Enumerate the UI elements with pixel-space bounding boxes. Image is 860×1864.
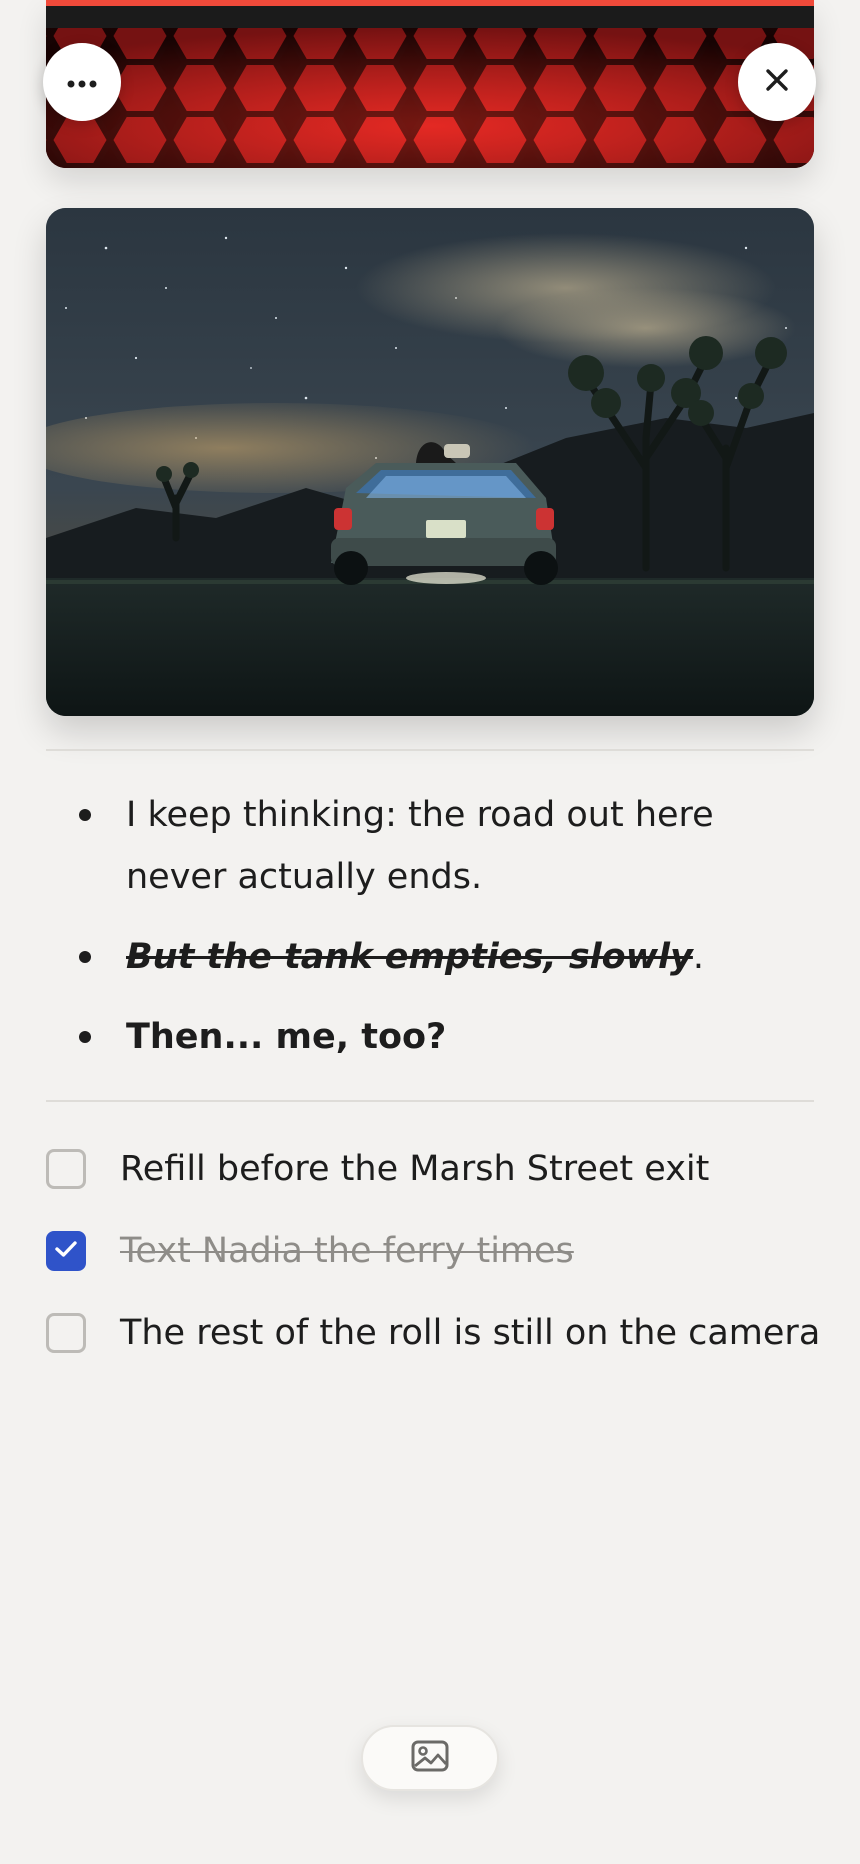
- bullet-dot: [79, 1031, 91, 1043]
- bullet-list: I keep thinking: the road out here never…: [46, 784, 814, 1086]
- note-page: I keep thinking: the road out here never…: [0, 0, 860, 1864]
- insert-image-button[interactable]: [361, 1725, 499, 1791]
- bullet-item[interactable]: But the tank empties, slowly.: [46, 926, 814, 988]
- checkbox-unchecked[interactable]: [46, 1313, 86, 1353]
- image-icon: [411, 1740, 449, 1776]
- section-divider: [46, 1100, 814, 1102]
- bullet-text-strikethrough: But the tank empties, slowly: [126, 937, 693, 977]
- photo-car-under-night-sky[interactable]: [46, 208, 814, 716]
- checklist-item-label: The rest of the roll is still on the cam…: [120, 1313, 821, 1353]
- bullet-text-bold: Then... me, too?: [126, 1017, 447, 1057]
- more-horizontal-icon: [67, 73, 97, 92]
- bullet-text-suffix: .: [692, 937, 705, 977]
- bullet-item[interactable]: I keep thinking: the road out here never…: [46, 784, 814, 908]
- checklist-item-label-done: Text Nadia the ferry times: [120, 1231, 574, 1271]
- close-button[interactable]: [738, 43, 816, 121]
- close-icon: [765, 68, 789, 96]
- checklist-item[interactable]: The rest of the roll is still on the cam…: [46, 1298, 826, 1380]
- section-divider: [46, 749, 814, 751]
- checkmark-icon: [54, 1239, 78, 1263]
- checklist-item[interactable]: Text Nadia the ferry times: [46, 1216, 826, 1298]
- checklist: Refill before the Marsh Street exit Text…: [46, 1134, 826, 1380]
- bullet-item[interactable]: Then... me, too?: [46, 1006, 814, 1068]
- bullet-dot: [79, 951, 91, 963]
- bullet-dot: [79, 809, 91, 821]
- checkbox-checked[interactable]: [46, 1231, 86, 1271]
- checklist-item[interactable]: Refill before the Marsh Street exit: [46, 1134, 826, 1216]
- bullet-text: I keep thinking: the road out here never…: [126, 795, 714, 897]
- more-options-button[interactable]: [43, 43, 121, 121]
- top-image[interactable]: [46, 0, 814, 168]
- checklist-item-label: Refill before the Marsh Street exit: [120, 1149, 710, 1189]
- checkbox-unchecked[interactable]: [46, 1149, 86, 1189]
